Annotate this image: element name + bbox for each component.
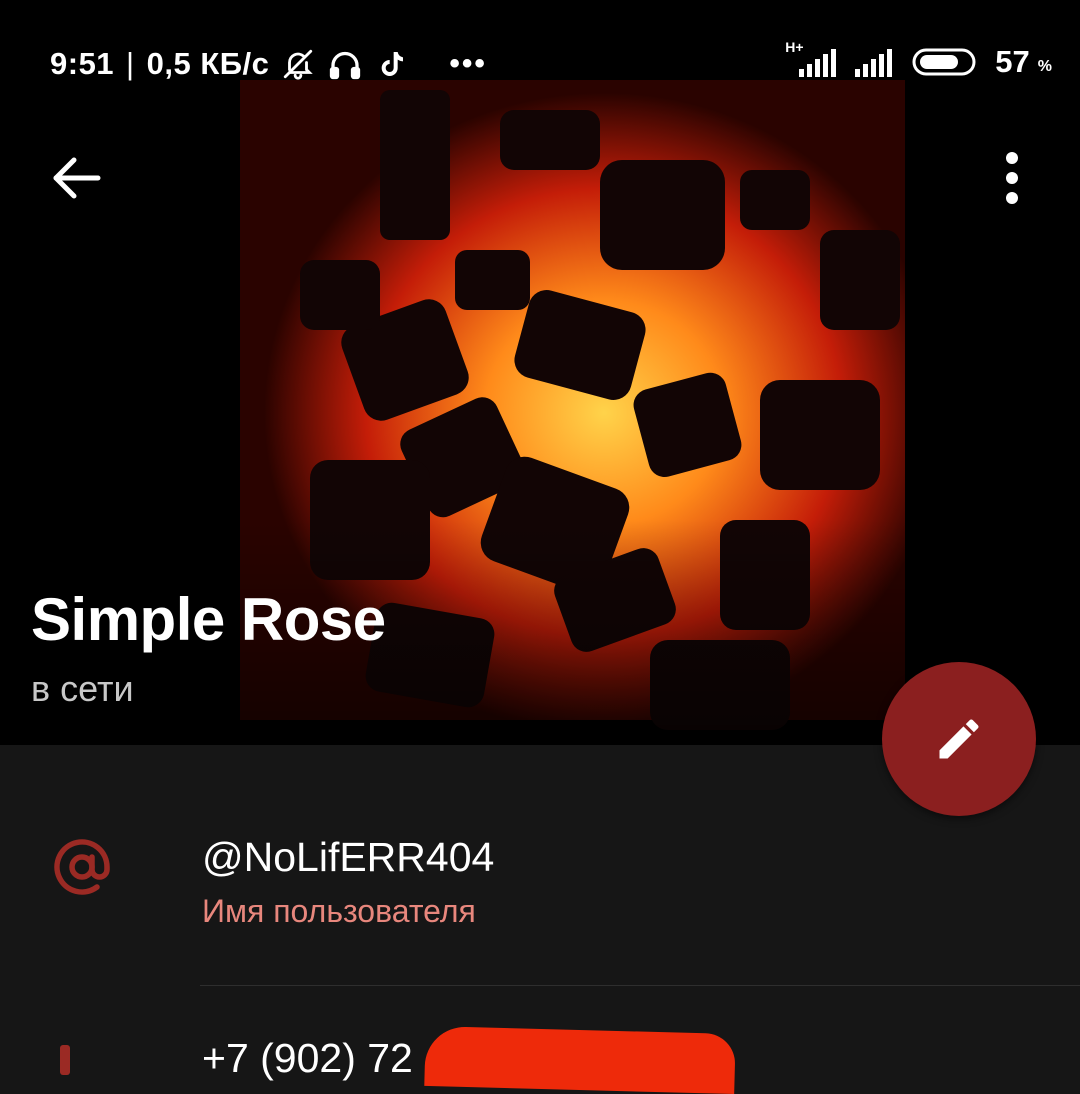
battery-level: 57 bbox=[995, 44, 1030, 79]
battery-unit: % bbox=[1037, 58, 1052, 75]
signal-icon bbox=[855, 49, 893, 77]
profile-status: в сети bbox=[31, 668, 134, 709]
username-label: Имя пользователя bbox=[202, 893, 476, 929]
redaction-mark bbox=[424, 1025, 736, 1094]
signal-h-plus-icon: H+ bbox=[785, 39, 839, 79]
headphones-icon bbox=[330, 51, 361, 80]
status-separator: | bbox=[126, 46, 135, 81]
profile-name: Simple Rose bbox=[31, 586, 386, 653]
more-notifications-icon: ••• bbox=[449, 47, 487, 80]
divider bbox=[200, 985, 1080, 986]
username-value[interactable]: @NoLifERR404 bbox=[202, 834, 494, 881]
status-time: 9:51 bbox=[50, 46, 115, 81]
arrow-left-icon[interactable] bbox=[50, 152, 102, 204]
pencil-icon bbox=[939, 719, 979, 759]
tiktok-icon bbox=[382, 52, 404, 76]
status-bar-right: H+ 57 % bbox=[785, 39, 1052, 80]
phone-icon bbox=[60, 1045, 70, 1075]
more-vertical-icon[interactable] bbox=[992, 150, 1032, 206]
status-bar-left: 9:51 | 0,5 КБ/с ••• bbox=[50, 46, 487, 82]
status-bar: 9:51 | 0,5 КБ/с ••• H+ 57 % bbox=[0, 0, 1080, 125]
at-icon bbox=[54, 839, 110, 895]
bell-off-icon bbox=[284, 49, 314, 80]
edit-button[interactable] bbox=[882, 662, 1036, 816]
battery-icon bbox=[912, 48, 976, 76]
status-speed: 0,5 КБ/с bbox=[146, 46, 270, 81]
phone-value[interactable]: +7 (902) 72 bbox=[202, 1035, 413, 1082]
profile-header: 9:51 | 0,5 КБ/с ••• H+ 57 % Simple Rose … bbox=[0, 0, 1080, 745]
